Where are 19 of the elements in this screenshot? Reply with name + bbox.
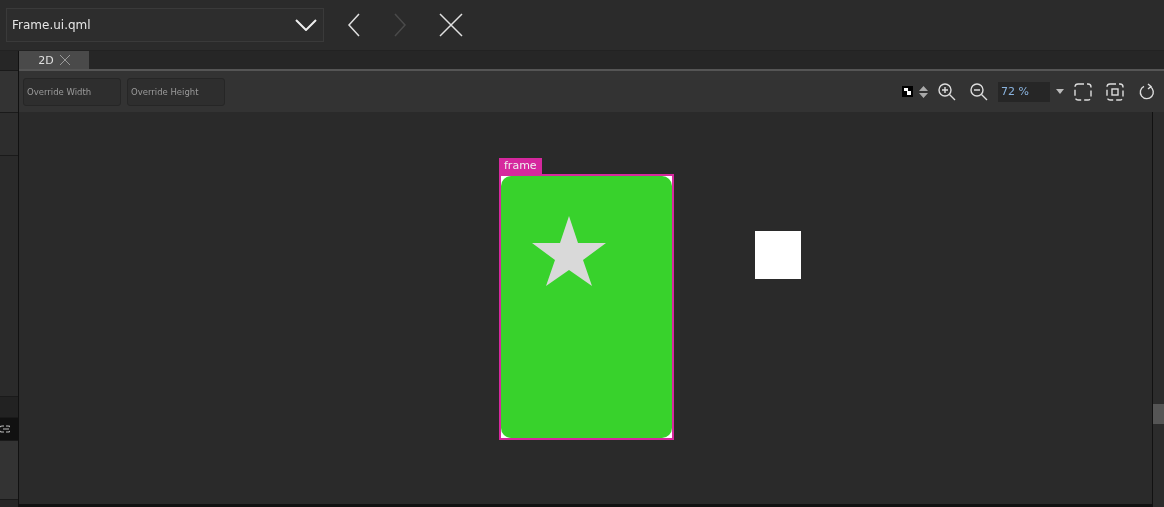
file-selector[interactable]: Frame.ui.qml [6,8,324,42]
star-icon [532,216,606,286]
override-field[interactable]: Override Height [127,77,225,106]
panel-field[interactable] [0,397,18,418]
override-field[interactable]: Override Width [23,77,121,106]
link-icon[interactable] [0,425,10,433]
file-name: Frame.ui.qml [12,18,91,32]
scrollbar-thumb[interactable] [1153,404,1164,424]
close-icon[interactable] [59,55,70,65]
checker-icon[interactable] [902,86,913,97]
tab[interactable]: 2D [19,51,89,69]
item-label: frame [499,158,542,174]
chevron-down-icon [295,19,317,31]
back-button[interactable] [347,13,361,37]
up-down-icon[interactable] [919,85,928,98]
dropdown-arrow-icon[interactable] [1056,89,1064,94]
close-button[interactable] [439,13,463,37]
frame-item[interactable] [499,174,674,440]
zoom-field[interactable]: 72 % [998,81,1050,102]
